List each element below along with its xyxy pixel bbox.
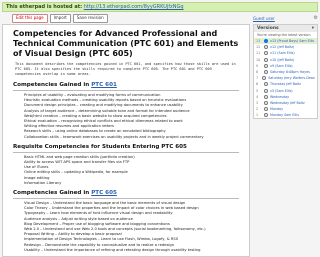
revision-number: 6 <box>256 82 259 87</box>
section-title: Competencies Gained in <box>13 82 90 88</box>
revision-label[interactable]: v5 (Sam Ellis) <box>270 89 293 93</box>
section-gained-605: Competencies Gained in PTC 605 Visual De… <box>13 190 239 253</box>
doc-intro: This document describes the competencies… <box>15 62 236 76</box>
doc-title: Competencies for Advanced Professional a… <box>13 29 239 58</box>
revision-radio[interactable] <box>264 113 268 118</box>
list-item: Usability – Understand the importance of… <box>23 248 239 253</box>
sidebar-topbar: Guest user ⚙ <box>253 14 318 22</box>
revision-list: 13 v13 (Proud Boys) Sam Ellis 12 v12 (Jeff … <box>254 38 317 118</box>
gear-icon[interactable]: ⚙ <box>314 15 318 21</box>
divider <box>13 151 239 153</box>
divider <box>13 90 239 91</box>
section-heading: Competencies Gained in PTC 605 <box>13 190 239 197</box>
doc-toolbar: Edit this page Import Save revision <box>12 14 108 23</box>
revision-number: 13 <box>256 39 261 44</box>
revision-label[interactable]: Wednesday Jeff Baltz <box>270 101 305 105</box>
revision-radio[interactable] <box>264 100 268 105</box>
revision-number: 8 <box>256 70 259 75</box>
revision-radio[interactable] <box>264 88 268 93</box>
revision-number: 2 <box>256 107 259 112</box>
revision-number: 10 <box>256 57 261 62</box>
section-heading: Requisite Competencies for Students Ente… <box>13 143 187 150</box>
banner-url-link[interactable]: http://13.etherpad.com/8yyGRKUjfzNGq <box>84 4 184 10</box>
revision-label[interactable]: Saturday 8:08pm Hayes <box>270 70 310 74</box>
revision-label[interactable]: v11 (Sam Ellis) <box>270 51 295 55</box>
revision-label[interactable]: Monday Sam Ellis <box>270 113 299 117</box>
revision-number: 5 <box>256 88 259 93</box>
revision-radio[interactable] <box>264 70 268 75</box>
revision-radio[interactable] <box>264 45 268 50</box>
versions-panel: Versions ▾ You're viewing the latest ver… <box>253 24 318 120</box>
revision-label[interactable]: v10 (Jeff Baltz) <box>270 58 294 62</box>
revision-row[interactable]: 1 Monday Sam Ellis <box>254 112 317 118</box>
revision-label[interactable]: Thursday Jeff Baltz <box>270 82 301 86</box>
revision-radio[interactable] <box>264 39 268 44</box>
competency-list-601: Principles of usability – evaluating and… <box>13 93 239 140</box>
section-heading: Competencies Gained in PTC 601 <box>13 82 239 89</box>
requisite-list-605: Basic HTML and web page creation skills … <box>13 155 239 186</box>
user-link[interactable]: Guest user <box>253 16 275 21</box>
revision-radio[interactable] <box>264 82 268 87</box>
competency-list-605: Visual Design – Understand the basic lan… <box>13 201 239 253</box>
sidebar: Guest user ⚙ Versions ▾ You're viewing t… <box>253 14 318 257</box>
ptc601-link[interactable]: PTC 601 <box>91 82 117 88</box>
revision-radio[interactable] <box>264 57 268 62</box>
revision-radio[interactable] <box>264 63 268 68</box>
divider <box>13 198 239 200</box>
revision-radio[interactable] <box>264 51 268 56</box>
save-revision-button[interactable]: Save revision <box>72 14 108 23</box>
revision-label[interactable]: Monday <box>270 107 283 111</box>
section-title: Competencies Gained in <box>13 190 90 197</box>
revision-number: 4 <box>256 94 259 99</box>
revision-label[interactable]: v12 (Jeff Baltz) <box>270 45 294 49</box>
document-view[interactable]: Competencies for Advanced Professional a… <box>2 24 250 257</box>
revision-number: 3 <box>256 100 259 105</box>
revision-label[interactable]: v9 (Sam Ellis) <box>270 64 293 68</box>
revision-number: 7 <box>256 76 259 81</box>
revision-label[interactable]: v13 (Proud Boys) Sam Ellis <box>270 39 314 43</box>
revision-radio[interactable] <box>264 107 268 112</box>
versions-title: Versions <box>257 26 279 31</box>
collapse-icon[interactable]: ▾ <box>312 26 314 31</box>
revision-number: 11 <box>256 51 261 56</box>
section-requisite-605: Requisite Competencies for Students Ente… <box>13 144 239 186</box>
revision-radio[interactable] <box>264 94 268 99</box>
section-gained-601: Competencies Gained in PTC 601 Principle… <box>13 82 239 140</box>
versions-header: Versions ▾ <box>254 25 317 32</box>
revision-label[interactable]: Saturday Jerry Walters-Dean <box>268 76 315 80</box>
import-button[interactable]: Import <box>49 14 71 23</box>
revision-number: 9 <box>256 63 259 68</box>
revision-number: 12 <box>256 45 261 50</box>
edit-page-button[interactable]: Edit this page <box>12 14 48 23</box>
revision-radio[interactable] <box>262 76 267 81</box>
hosted-banner: This etherpad is hosted at: http://13.et… <box>2 2 318 12</box>
ptc605-link[interactable]: PTC 605 <box>91 190 117 196</box>
banner-prefix: This etherpad is hosted at: <box>6 4 83 10</box>
list-item: Collaboration skills – teamwork exercise… <box>23 135 239 140</box>
list-item: Information Literacy <box>23 181 239 186</box>
revision-number: 1 <box>256 113 259 118</box>
revision-label[interactable]: Wednesday <box>270 95 289 99</box>
